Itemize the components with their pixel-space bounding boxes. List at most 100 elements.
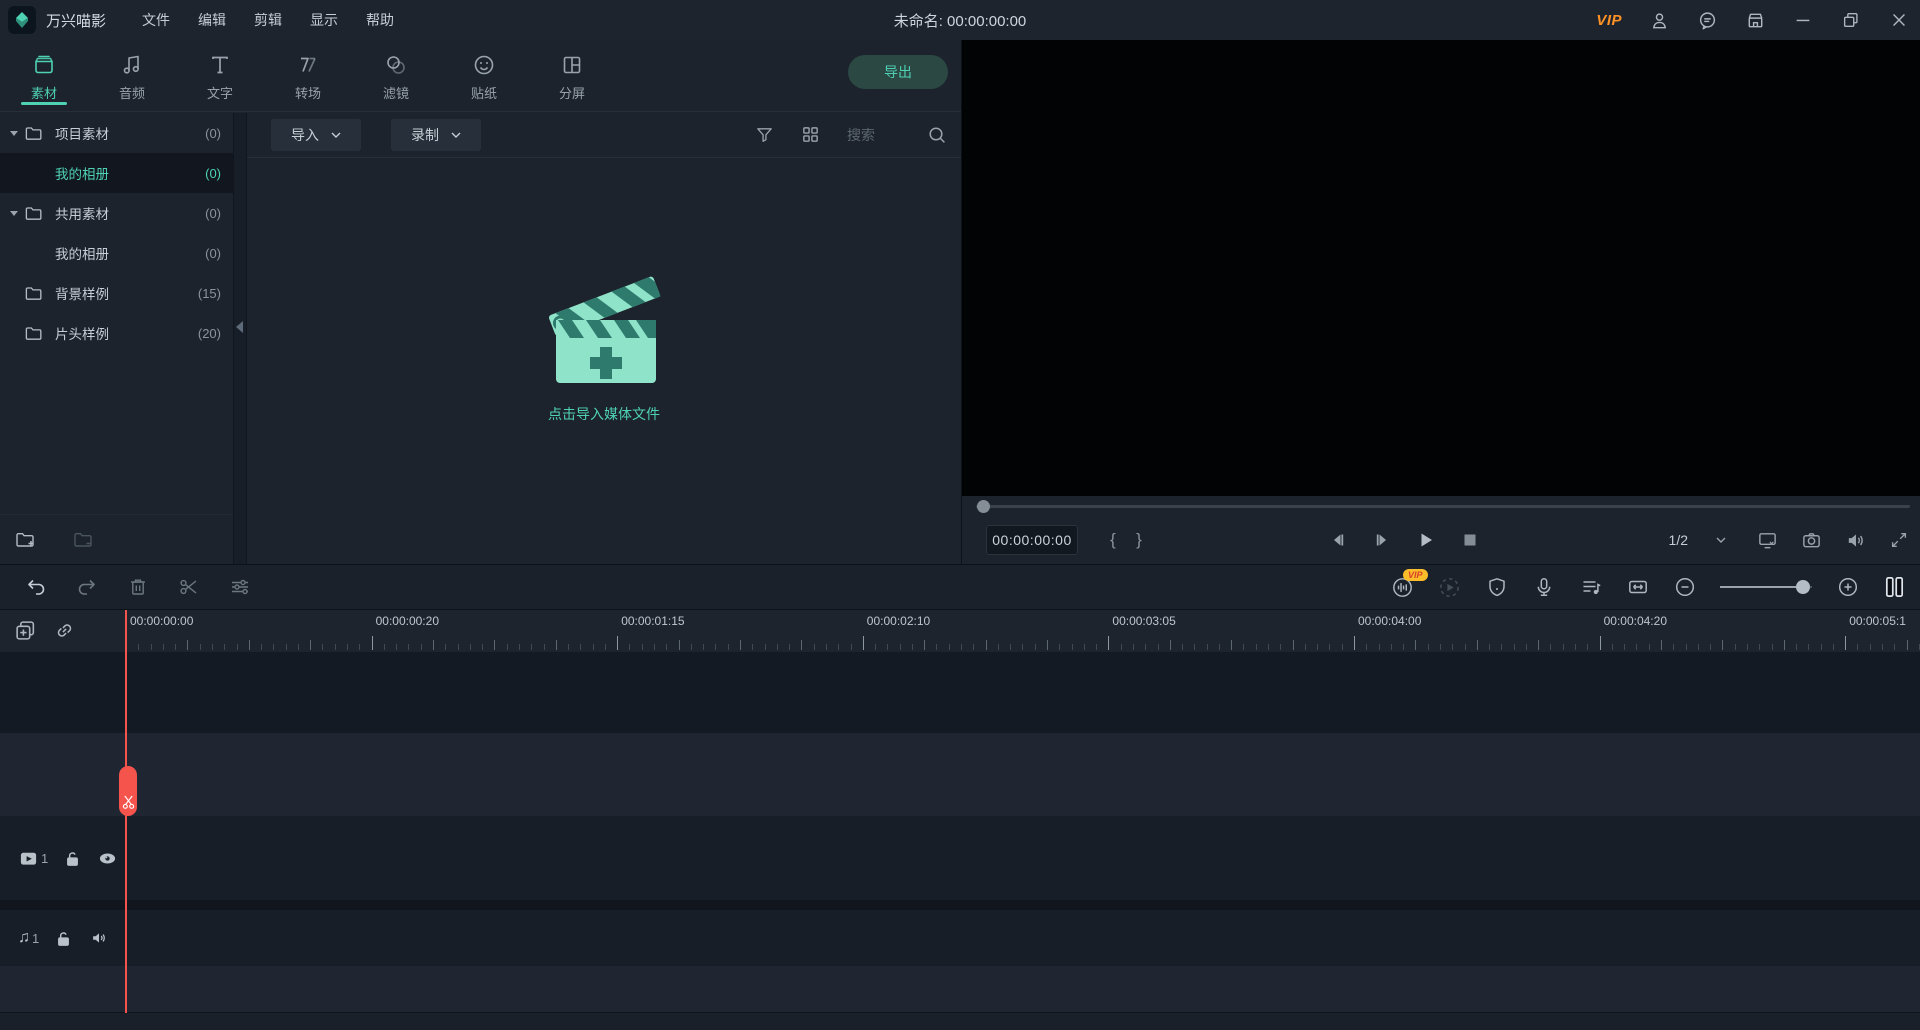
- lock-track-icon[interactable]: [53, 928, 74, 949]
- lock-track-icon[interactable]: [62, 848, 83, 869]
- tab-sticker[interactable]: 贴纸: [440, 40, 528, 111]
- render-preview-icon[interactable]: [1438, 576, 1461, 599]
- play-button[interactable]: [1415, 529, 1437, 551]
- restore-button[interactable]: [1840, 9, 1862, 31]
- ruler-label: 00:00:00:00: [130, 614, 193, 628]
- shield-protect-icon[interactable]: [1485, 576, 1508, 599]
- export-button[interactable]: 导出: [848, 55, 948, 89]
- undo-button[interactable]: [24, 576, 47, 599]
- minimize-button[interactable]: [1792, 9, 1814, 31]
- audio-sync-icon[interactable]: VIP: [1391, 576, 1414, 599]
- account-icon[interactable]: [1648, 9, 1670, 31]
- sidebar-item-intro-samples[interactable]: 片头样例 (20): [0, 313, 233, 353]
- fit-timeline-icon[interactable]: [1626, 576, 1649, 599]
- sidebar-item-project-assets[interactable]: 项目素材 (0): [0, 113, 233, 153]
- ruler-label: 00:00:05:1: [1849, 614, 1906, 628]
- folder-icon: [24, 284, 43, 303]
- mark-out-button[interactable]: }: [1126, 530, 1152, 550]
- video-track-lane[interactable]: [0, 816, 1920, 900]
- vip-badge: VIP: [1403, 569, 1428, 581]
- vip-button[interactable]: VIP: [1596, 12, 1622, 29]
- preview-zoom-select[interactable]: 1/2: [1669, 532, 1726, 548]
- sidebar-item-my-album-shared[interactable]: 我的相册 (0): [0, 233, 233, 273]
- ruler-label: 00:00:01:15: [621, 614, 684, 628]
- menu-item-3[interactable]: 显示: [296, 10, 352, 30]
- timeline-zoom-slider[interactable]: [1720, 580, 1812, 594]
- caret-down-icon[interactable]: [8, 207, 20, 219]
- remove-folder-icon[interactable]: [72, 529, 94, 551]
- toggle-visibility-icon[interactable]: [97, 848, 118, 869]
- folder-icon: [24, 204, 43, 223]
- zoom-in-button[interactable]: [1836, 576, 1859, 599]
- timeline-scrollbar-strip[interactable]: [0, 1012, 1920, 1030]
- ruler-label: 00:00:02:10: [867, 614, 930, 628]
- display-device-icon[interactable]: [1756, 529, 1778, 551]
- folder-icon: [24, 324, 43, 343]
- audio-track-lane[interactable]: [0, 910, 1920, 966]
- video-viewport: [962, 40, 1920, 496]
- zoom-slider-handle[interactable]: [1796, 580, 1810, 594]
- tab-audio[interactable]: 音频: [88, 40, 176, 111]
- feedback-icon[interactable]: [1696, 9, 1718, 31]
- split-button[interactable]: [177, 576, 200, 599]
- link-clips-icon[interactable]: [53, 619, 76, 642]
- sidebar-item-background-samples[interactable]: 背景样例 (15): [0, 273, 233, 313]
- tab-filter[interactable]: 滤镜: [352, 40, 440, 111]
- close-button[interactable]: [1888, 9, 1910, 31]
- mark-in-button[interactable]: {: [1100, 530, 1126, 550]
- record-voiceover-icon[interactable]: [1532, 576, 1555, 599]
- tab-splitscreen[interactable]: 分屏: [528, 40, 616, 111]
- menu-item-0[interactable]: 文件: [128, 10, 184, 30]
- playhead-handle[interactable]: [119, 766, 137, 816]
- collapse-sidebar-icon[interactable]: [236, 321, 243, 333]
- app-logo-icon: [8, 6, 36, 34]
- audio-mixer-icon[interactable]: [1579, 576, 1602, 599]
- timeline-lower-strip[interactable]: [0, 966, 1920, 1012]
- chevron-down-icon: [451, 132, 461, 138]
- menu-item-1[interactable]: 编辑: [184, 10, 240, 30]
- menu-bar: 文件编辑剪辑显示帮助: [128, 10, 408, 30]
- menu-item-2[interactable]: 剪辑: [240, 10, 296, 30]
- current-timecode[interactable]: 00:00:00:00: [986, 525, 1078, 555]
- app-window: 万兴喵影 文件编辑剪辑显示帮助 未命名: 00:00:00:00 VIP: [0, 0, 1920, 1030]
- tab-media[interactable]: 素材: [0, 40, 88, 111]
- previous-frame-button[interactable]: [1327, 529, 1349, 551]
- seek-bar[interactable]: [962, 496, 1920, 516]
- redo-button[interactable]: [75, 576, 98, 599]
- volume-icon[interactable]: [1844, 529, 1866, 551]
- app-name: 万兴喵影: [46, 10, 106, 31]
- import-media-dropzone[interactable]: 点击导入媒体文件: [247, 140, 961, 546]
- caret-down-icon[interactable]: [8, 127, 20, 139]
- add-to-timeline-icon[interactable]: [14, 619, 37, 642]
- sidebar-item-shared-assets[interactable]: 共用素材 (0): [0, 193, 233, 233]
- tab-transition[interactable]: 转场: [264, 40, 352, 111]
- fullscreen-icon[interactable]: [1888, 529, 1910, 551]
- adjust-properties-button[interactable]: [228, 576, 251, 599]
- menu-item-4[interactable]: 帮助: [352, 10, 408, 30]
- next-frame-button[interactable]: [1371, 529, 1393, 551]
- mute-track-icon[interactable]: [88, 928, 109, 949]
- timeline-empty-area[interactable]: [0, 652, 1920, 733]
- add-folder-icon[interactable]: [14, 529, 36, 551]
- timeline-ruler[interactable]: 00:00:00:0000:00:00:2000:00:01:1500:00:0…: [0, 610, 1920, 652]
- media-library-sidebar: 项目素材 (0) 我的相册 (0) 共用素材 (0) 我的相册 (0): [0, 113, 233, 564]
- asset-panel: 素材 音频 文字 转场 滤镜 贴纸: [0, 40, 961, 564]
- store-icon[interactable]: [1744, 9, 1766, 31]
- asset-tabbar: 素材 音频 文字 转场 滤镜 贴纸: [0, 40, 961, 112]
- track-gap: [0, 900, 1920, 910]
- snapshot-icon[interactable]: [1800, 529, 1822, 551]
- timeline-upper-strip[interactable]: [0, 733, 1920, 816]
- tab-text[interactable]: 文字: [176, 40, 264, 111]
- sidebar-item-my-album[interactable]: 我的相册 (0): [0, 153, 233, 193]
- seek-track[interactable]: [976, 505, 1910, 508]
- delete-button[interactable]: [126, 576, 149, 599]
- panel-divider[interactable]: [233, 113, 247, 564]
- zoom-out-button[interactable]: [1673, 576, 1696, 599]
- ruler-label: 00:00:04:00: [1358, 614, 1421, 628]
- panel-layout-icon[interactable]: [1883, 576, 1906, 599]
- audio-track-number: 1: [32, 931, 39, 946]
- stop-button[interactable]: [1459, 529, 1481, 551]
- ruler-label: 00:00:04:20: [1604, 614, 1667, 628]
- seek-handle[interactable]: [977, 500, 990, 513]
- import-hint-text: 点击导入媒体文件: [548, 404, 660, 424]
